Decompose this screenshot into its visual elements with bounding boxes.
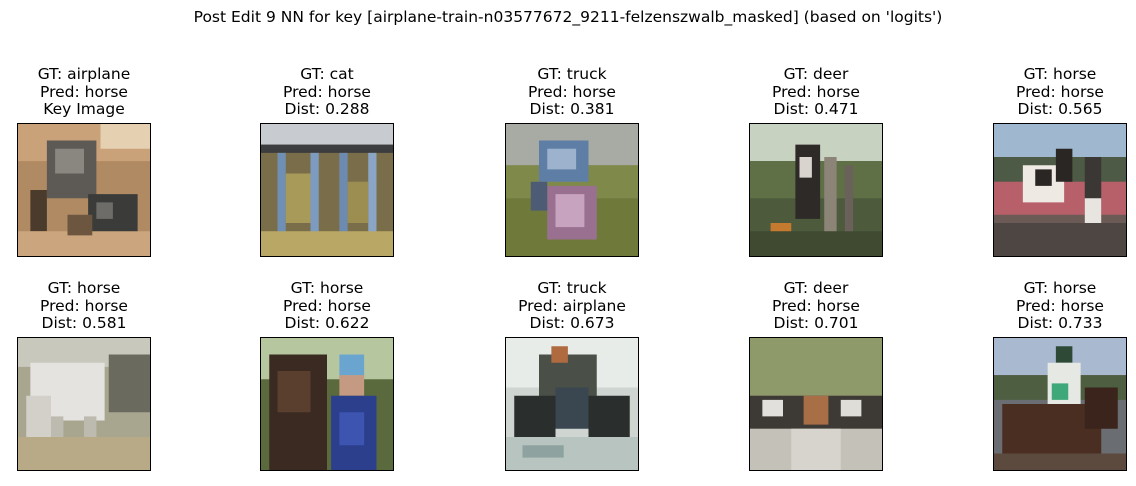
neighbor-thumbnail	[993, 337, 1127, 471]
gt-label: GT: truck	[537, 279, 607, 297]
neighbor-thumbnail	[993, 123, 1127, 257]
pred-label: Pred: horse	[40, 296, 128, 315]
dist-label: Dist: 0.733	[1017, 314, 1103, 332]
neighbor-thumbnail	[749, 337, 883, 471]
pred-label: Pred: horse	[40, 82, 128, 101]
gt-label: GT: deer	[783, 279, 849, 297]
neighbor-thumbnail	[260, 337, 394, 471]
pred-label: Pred: airplane	[518, 296, 626, 315]
dist-label: Dist: 0.471	[773, 100, 859, 118]
dist-label: Dist: 0.622	[284, 314, 370, 332]
dist-label: Dist: 0.701	[773, 314, 859, 332]
neighbor-thumbnail	[505, 337, 639, 471]
dist-label: Dist: 0.565	[1017, 100, 1103, 118]
neighbor-thumbnail	[505, 123, 639, 257]
gt-label: GT: deer	[783, 65, 849, 83]
dist-label: Dist: 0.673	[529, 314, 615, 332]
dist-label: Dist: 0.381	[529, 100, 615, 118]
gt-label: GT: horse	[1023, 65, 1097, 83]
pred-label: Pred: horse	[283, 82, 371, 101]
pred-label: Pred: horse	[772, 296, 860, 315]
pred-label: Pred: horse	[528, 82, 616, 101]
gt-label: GT: horse	[1023, 279, 1097, 297]
key-thumbnail	[17, 123, 151, 257]
neighbor-thumbnail	[17, 337, 151, 471]
gt-label: GT: truck	[537, 65, 607, 83]
pred-label: Pred: horse	[772, 82, 860, 101]
key-image-label: Key Image	[43, 100, 125, 118]
dist-label: Dist: 0.288	[284, 100, 370, 118]
pred-label: Pred: horse	[1016, 82, 1104, 101]
gt-label: GT: horse	[47, 279, 121, 297]
neighbor-thumbnail	[749, 123, 883, 257]
pred-label: Pred: horse	[1016, 296, 1104, 315]
gt-label: GT: airplane	[37, 65, 131, 83]
gt-label: GT: horse	[290, 279, 364, 297]
gt-label: GT: cat	[300, 65, 354, 83]
neighbor-thumbnail	[260, 123, 394, 257]
dist-label: Dist: 0.581	[41, 314, 127, 332]
figure-title: Post Edit 9 NN for key [airplane-train-n…	[193, 8, 943, 26]
pred-label: Pred: horse	[283, 296, 371, 315]
